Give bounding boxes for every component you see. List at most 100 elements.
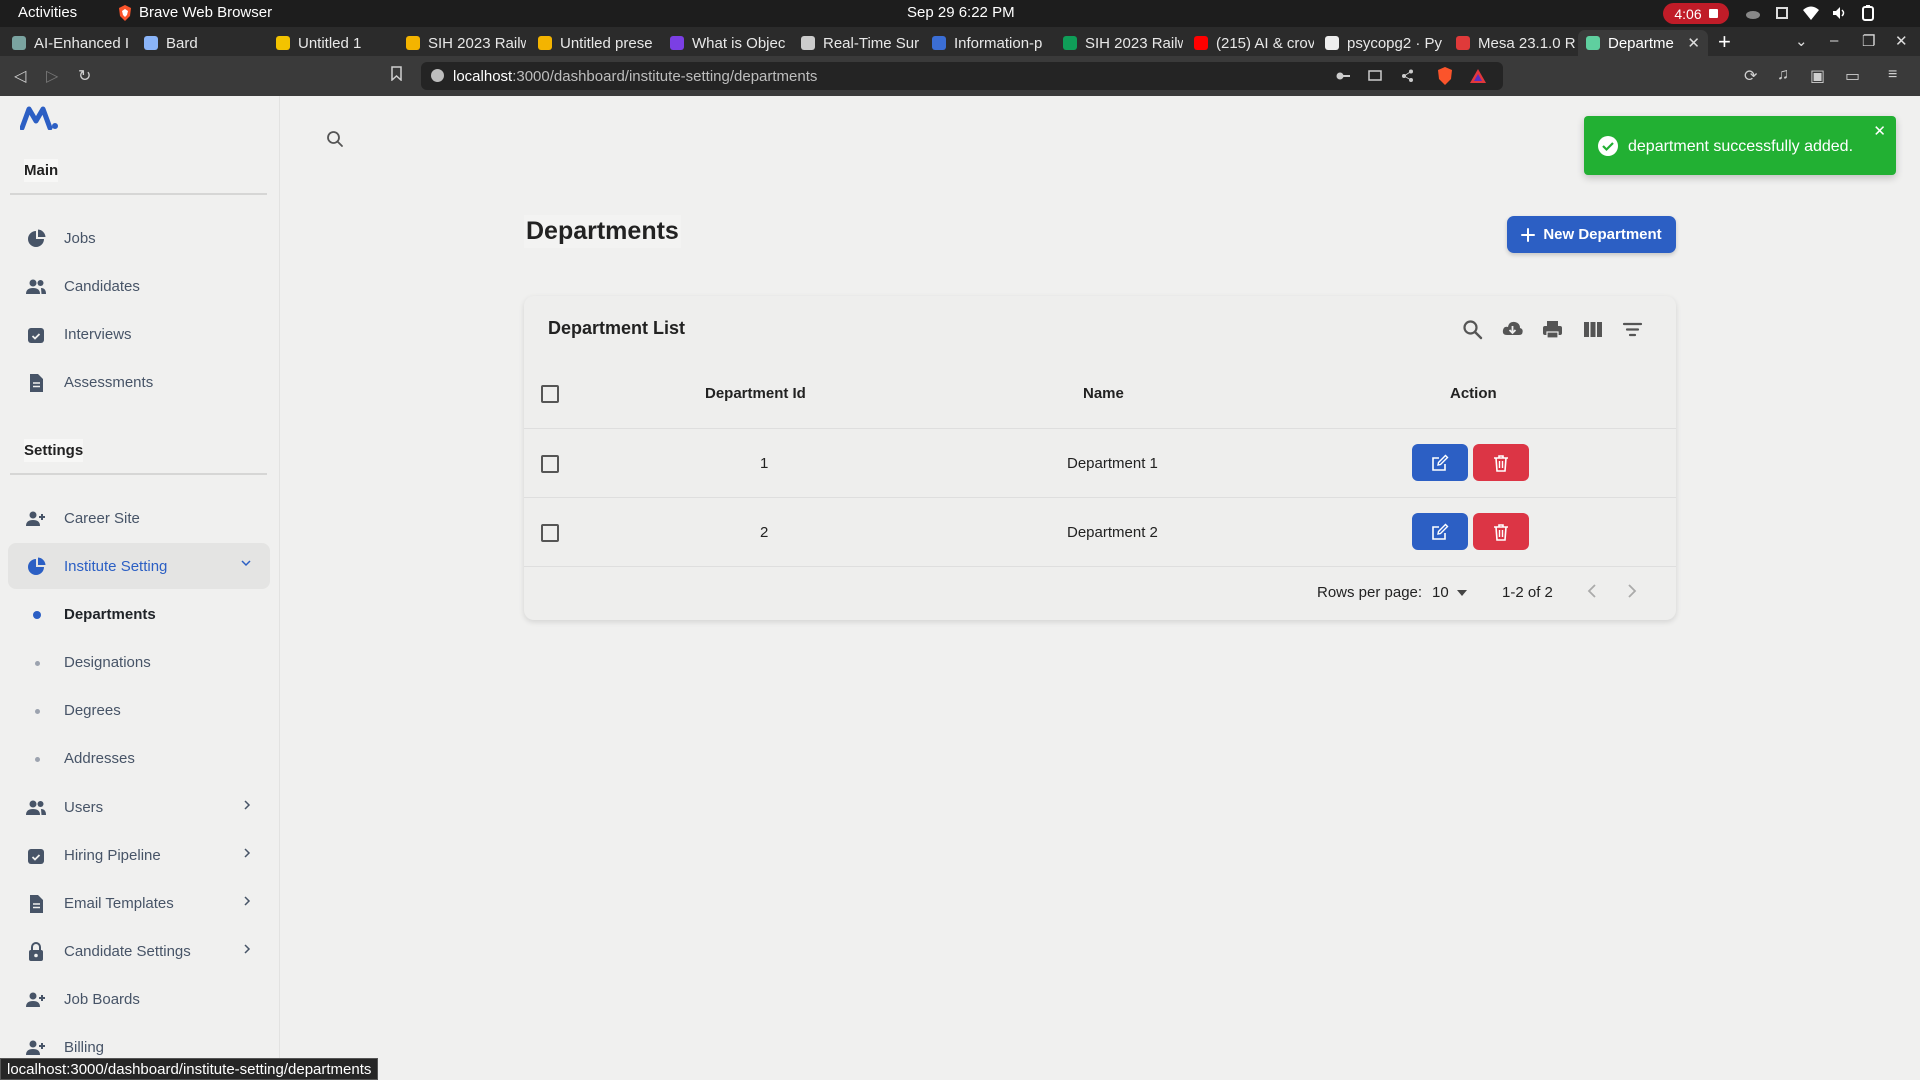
browser-tab[interactable]: (215) AI & crov [1186,30,1314,56]
clock[interactable]: Sep 29 6:22 PM [907,4,1015,21]
sidebar-item-users[interactable]: Users [8,784,270,830]
browser-tab[interactable]: What is Objec [662,30,790,56]
users-icon [26,798,46,818]
cast-icon[interactable] [1368,70,1382,82]
brave-rewards-icon[interactable] [1470,69,1486,83]
sidebar-item-institute-setting[interactable]: Institute Setting [8,543,270,589]
sidebar-toggle-icon[interactable]: ▣ [1810,66,1825,86]
favicon-icon [406,36,420,50]
trash-icon [1494,523,1508,541]
browser-tab-strip: + ⌄ – ❐ ✕ AI-Enhanced I Bard Untitled 1 SIH… [0,27,1920,56]
delete-button[interactable] [1473,513,1529,550]
expand-toggle[interactable] [242,799,252,811]
sidebar-item-assessments[interactable]: Assessments [8,359,270,405]
card-title: Department List [548,318,686,338]
browser-tab[interactable]: Bard [136,30,264,56]
browser-tab[interactable]: Untitled 1 [268,30,396,56]
sidebar-subitem-designations[interactable]: Designations [8,643,270,683]
search-icon[interactable] [1461,318,1484,341]
reload-icon[interactable]: ↻ [78,66,91,86]
sidebar-item-interviews[interactable]: Interviews [8,311,270,357]
filter-icon[interactable] [1621,318,1644,341]
tab-title: (215) AI & crov [1216,34,1314,52]
browser-tab[interactable]: AI-Enhanced I [4,30,132,56]
brave-shields-icon[interactable] [1437,67,1453,85]
browser-tab[interactable]: psycopg2 · Py [1317,30,1445,56]
browser-tab[interactable]: Information-p [924,30,1052,56]
key-icon[interactable] [1336,70,1350,82]
browser-tab[interactable]: SIH 2023 Railw [1055,30,1183,56]
wallet-icon[interactable]: ▭ [1845,66,1860,86]
site-info-icon[interactable] [431,69,444,82]
browser-tab[interactable]: SIH 2023 Railw [398,30,526,56]
browser-tab[interactable]: Mesa 23.1.0 R [1448,30,1576,56]
bookmark-icon[interactable] [391,66,402,81]
sidebar-item-email-templates[interactable]: Email Templates [8,880,270,926]
media-icon[interactable]: ♫ [1777,66,1789,84]
column-header-name[interactable]: Name [1083,385,1124,402]
wifi-icon [1803,6,1819,20]
previous-page-button[interactable] [1586,582,1598,600]
rows-per-page-select[interactable]: 10 [1432,584,1467,601]
sidebar-item-job-boards[interactable]: Job Boards [8,976,270,1022]
activities-button[interactable]: Activities [18,4,77,21]
sidebar-item-career-site[interactable]: Career Site [8,495,270,541]
favicon-icon [1063,36,1077,50]
global-search-button[interactable] [326,130,344,148]
cloud-icon [1746,11,1760,19]
download-icon[interactable] [1501,318,1524,341]
app-logo[interactable] [20,106,58,130]
row-checkbox[interactable] [541,524,559,542]
columns-icon[interactable] [1581,318,1604,341]
expand-toggle[interactable] [240,558,252,568]
next-page-button[interactable] [1626,582,1638,600]
edit-icon [1432,523,1449,540]
new-department-button[interactable]: New Department [1507,216,1676,253]
row-checkbox[interactable] [541,455,559,473]
delete-button[interactable] [1473,444,1529,481]
menu-icon[interactable]: ≡ [1888,66,1897,84]
sidebar-item-jobs[interactable]: Jobs [8,215,270,261]
maximize-button[interactable]: ❐ [1862,32,1875,50]
new-tab-button[interactable]: + [1718,29,1731,55]
browser-tab[interactable]: Departme ✕ [1578,30,1708,56]
browser-tab[interactable]: Real-Time Sur [793,30,921,56]
extensions-icon[interactable]: ⟳ [1744,66,1757,86]
sidebar-subitem-departments[interactable]: Departments [8,595,270,635]
sidebar-item-label: Billing [64,1038,105,1056]
sidebar-subitem-addresses[interactable]: Addresses [8,739,270,779]
screen-recording-indicator[interactable]: 4:06 [1663,3,1729,24]
tab-search-icon[interactable]: ⌄ [1795,32,1808,50]
sidebar-subitem-label: Degrees [64,702,121,719]
browser-tab[interactable]: Untitled prese [530,30,658,56]
forward-icon[interactable]: ▷ [46,66,58,86]
share-icon[interactable] [1401,69,1414,82]
expand-toggle[interactable] [242,895,252,907]
print-icon[interactable] [1541,318,1564,341]
app-name: Brave Web Browser [139,4,273,21]
chevron-right-icon [244,944,251,954]
system-tray[interactable] [1745,5,1875,21]
close-window-button[interactable]: ✕ [1895,32,1908,50]
success-toast: department successfully added. ✕ [1584,116,1896,175]
select-all-checkbox[interactable] [541,385,559,403]
edit-button[interactable] [1412,444,1468,481]
app-menu[interactable]: Brave Web Browser [118,4,272,21]
sidebar-item-label: Institute Setting [64,557,168,575]
user-plus-icon [26,990,46,1010]
address-bar[interactable]: localhost:3000/dashboard/institute-setti… [421,62,1503,90]
expand-toggle[interactable] [242,943,252,955]
close-tab-icon[interactable]: ✕ [1687,34,1700,52]
back-icon[interactable]: ◁ [14,66,26,86]
sidebar-item-candidate-settings[interactable]: Candidate Settings [8,928,270,974]
sidebar-item-hiring-pipeline[interactable]: Hiring Pipeline [8,832,270,878]
edit-button[interactable] [1412,513,1468,550]
divider [524,428,1676,429]
sidebar-item-candidates[interactable]: Candidates [8,263,270,309]
sidebar-subitem-degrees[interactable]: Degrees [8,691,270,731]
expand-toggle[interactable] [242,847,252,859]
minimize-button[interactable]: – [1830,32,1838,49]
column-header-department-id[interactable]: Department Id [705,385,806,402]
brave-icon [119,4,131,21]
close-icon[interactable]: ✕ [1873,122,1886,140]
